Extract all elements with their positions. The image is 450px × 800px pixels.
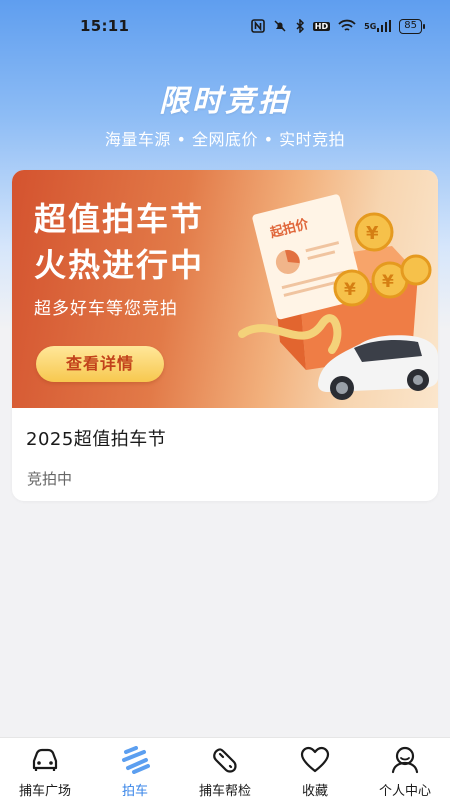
network-label: 5G (364, 21, 377, 31)
auction-banner[interactable]: 超值拍车节 火热进行中 超多好车等您竞拍 查看详情 起拍价 ¥ ¥ ¥ (12, 170, 438, 408)
page-title: 限时竞拍 (159, 84, 291, 119)
nfc-icon (250, 19, 265, 33)
svg-text:¥: ¥ (366, 223, 379, 244)
auction-status: 竞拍中 (27, 470, 73, 488)
banner-illustration: 起拍价 ¥ ¥ ¥ (238, 194, 438, 400)
hd-icon: HD (312, 21, 331, 31)
page-subtitle: 海量车源 • 全网底价 • 实时竞拍 (104, 130, 346, 149)
tab-label: 拍车 (121, 784, 148, 799)
svg-text:¥: ¥ (382, 272, 394, 292)
tab-car-plaza[interactable]: 捕车广场 (0, 738, 90, 800)
status-icons: HD 5G 85 (250, 18, 425, 34)
banner-subline: 超多好车等您竞拍 (34, 299, 178, 319)
banner-headline-line1: 超值拍车节 (34, 200, 205, 238)
wrench-icon (209, 745, 241, 775)
car-front-icon (29, 745, 61, 775)
svg-text:¥: ¥ (344, 280, 356, 300)
tab-profile[interactable]: 个人中心 (360, 738, 450, 800)
person-icon (389, 745, 421, 775)
mute-icon (273, 19, 287, 33)
tab-label: 捕车帮检 (198, 784, 251, 799)
wifi-icon (338, 19, 356, 33)
battery-icon: 85 (399, 18, 425, 34)
tab-label: 收藏 (301, 784, 328, 799)
tab-auction[interactable]: 拍车 (90, 738, 180, 800)
status-bar: 15:11 HD 5G 85 (0, 0, 450, 52)
bottom-tab-bar: 捕车广场 拍车 捕车帮检 收藏 个人中心 (0, 737, 450, 800)
banner-headline-line2: 火热进行中 (34, 246, 205, 284)
view-details-button[interactable]: 查看详情 (36, 346, 164, 382)
tab-label: 捕车广场 (18, 784, 71, 799)
tab-label: 个人中心 (378, 784, 431, 799)
heart-icon (299, 745, 331, 775)
status-time: 15:11 (80, 17, 130, 35)
tab-inspection-help[interactable]: 捕车帮检 (180, 738, 270, 800)
auction-icon (119, 745, 151, 775)
auction-title: 2025超值拍车节 (26, 429, 167, 450)
tab-favorites[interactable]: 收藏 (270, 738, 360, 800)
5g-signal-icon: 5G (364, 20, 392, 32)
bluetooth-icon (295, 19, 305, 33)
auction-card[interactable]: 超值拍车节 火热进行中 超多好车等您竞拍 查看详情 起拍价 ¥ ¥ ¥ 2025… (12, 170, 438, 501)
